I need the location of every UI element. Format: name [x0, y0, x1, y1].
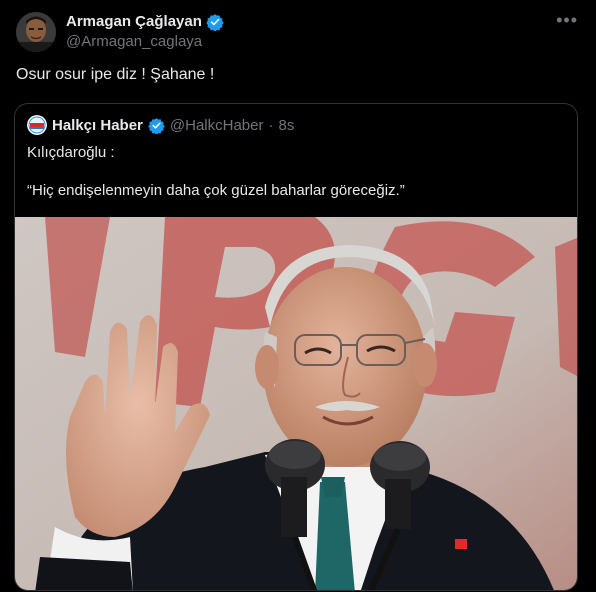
author-handle[interactable]: @Armagan_caglaya: [66, 32, 224, 52]
quoted-handle[interactable]: @HalkcHaber: [170, 117, 264, 134]
quoted-display-name[interactable]: Halkçı Haber: [52, 117, 143, 134]
quoted-text-line-2: “Hiç endişelenmeyin daha çok güzel bahar…: [27, 182, 405, 199]
tweet-text: Osur osur ipe diz ! Şahane !: [16, 66, 215, 83]
verified-badge-icon[interactable]: [206, 13, 224, 31]
quoted-timestamp[interactable]: 8s: [278, 117, 294, 134]
quoted-text-line-1: Kılıçdaroğlu :: [27, 144, 115, 161]
author-avatar[interactable]: [16, 12, 56, 52]
separator-dot: ·: [268, 116, 274, 134]
more-horizontal-icon: •••: [556, 10, 578, 30]
author-avatar-image: [16, 12, 56, 52]
author-name-row: Armagan Çağlayan: [66, 12, 224, 32]
tweet-header: Armagan Çağlayan @Armagan_caglaya: [66, 12, 224, 52]
verified-badge-icon[interactable]: [148, 117, 165, 134]
author-display-name[interactable]: Armagan Çağlayan: [66, 12, 202, 32]
quoted-media-photo[interactable]: [15, 217, 578, 591]
more-options-button[interactable]: •••: [556, 10, 578, 31]
quoted-tweet[interactable]: Halkçı Haber @HalkcHaber · 8s Kılıçdaroğ…: [14, 103, 578, 591]
quoted-tweet-header: Halkçı Haber @HalkcHaber · 8s: [27, 115, 294, 135]
tweet: Armagan Çağlayan @Armagan_caglaya ••• Os…: [0, 0, 596, 592]
quoted-author-avatar[interactable]: [27, 115, 47, 135]
halkci-haber-logo-icon: [27, 115, 47, 135]
